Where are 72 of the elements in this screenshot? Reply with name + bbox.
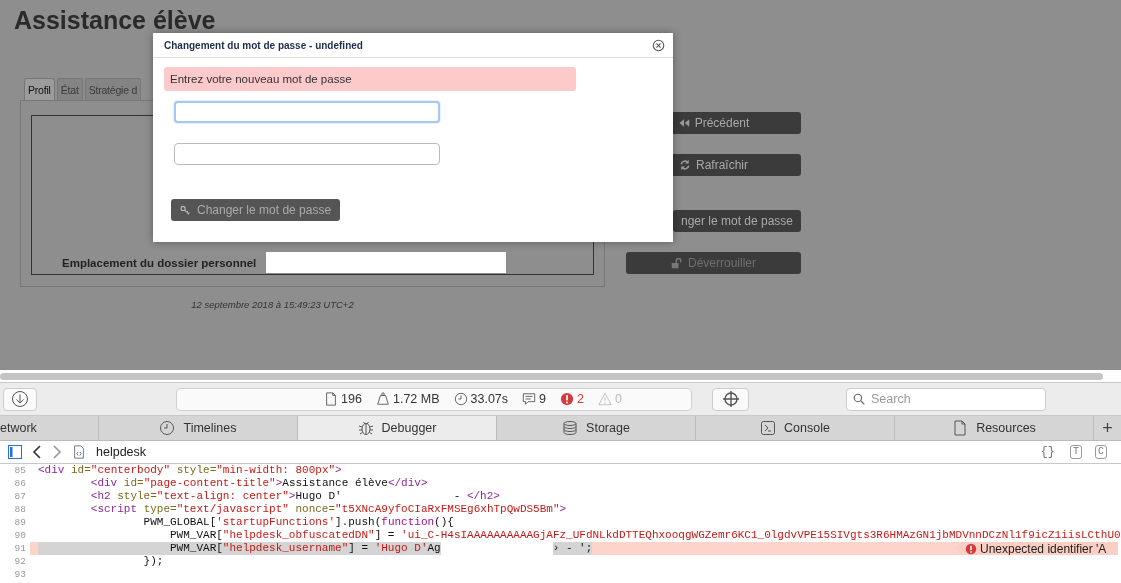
alert-message: Entrez votre nouveau mot de passe	[164, 67, 576, 91]
forward-icon[interactable]	[52, 445, 62, 459]
line-number: 91	[13, 542, 26, 555]
status-count: 196	[341, 392, 362, 406]
code-file-icon	[72, 444, 86, 460]
code-text: <div id="page-content-title">Assistance élève</div>	[89, 477, 428, 490]
clock-icon	[453, 392, 468, 406]
tab[interactable]: Stratégie d	[84, 78, 142, 100]
format-button[interactable]: {}	[1038, 445, 1057, 459]
line-number: 85	[13, 464, 26, 477]
password-field[interactable]	[174, 143, 440, 165]
code-text: <h2 style="text-align: center">Hugo D'	[89, 490, 342, 503]
code-text: PWM_GLOBAL['startupFunctions'].push(function(){	[142, 516, 454, 529]
refresh-icon	[679, 159, 691, 171]
format-button[interactable]: T	[1069, 445, 1082, 459]
line-number: 87	[13, 490, 26, 503]
tab[interactable]: État	[56, 78, 83, 100]
code-text: });	[142, 555, 164, 568]
code-text: <script type="text/javascript" nonce="t5XNcA9yfoCIaRxFMSEg6xhTpQwDS5Bm">	[89, 503, 567, 516]
code-text: PWM_VAR["helpdesk_username"] = 'Hugo D'Ag	[38, 542, 441, 555]
close-button[interactable]	[652, 38, 665, 52]
warning-icon	[597, 392, 612, 406]
download-icon	[11, 390, 29, 408]
file-name: helpdesk	[96, 445, 147, 459]
scrollbar[interactable]	[0, 373, 1103, 380]
document-icon	[952, 420, 969, 436]
password-field[interactable]	[174, 101, 440, 123]
status-count: 1.72 MB	[392, 392, 440, 406]
devtools-tab[interactable]: Debugger	[298, 416, 497, 440]
page-title: Assistance élève	[13, 5, 217, 36]
format-button[interactable]: C	[1095, 445, 1107, 459]
crosshair-icon	[721, 390, 740, 408]
console-icon	[760, 420, 777, 436]
status-count: 9	[539, 392, 546, 406]
download-button[interactable]	[3, 387, 37, 411]
status-count: 2	[577, 392, 584, 406]
line-number: 89	[13, 516, 26, 529]
search-icon	[853, 392, 866, 406]
search-field[interactable]: Search	[846, 387, 1046, 411]
code-text: › - ';	[552, 542, 593, 555]
dialog-title: Changement du mot de passe - undefined	[164, 39, 363, 51]
line-number: 86	[13, 477, 26, 490]
line-number: 88	[13, 503, 26, 516]
status-count: 0	[614, 392, 622, 406]
document-icon	[324, 392, 339, 406]
action-button[interactable]: nger le mot de passe	[673, 210, 801, 232]
field-label: Emplacement du dossier personnel	[62, 257, 258, 271]
line-number: 92	[13, 555, 26, 568]
clock-icon	[159, 420, 176, 436]
code-text: <div id="centerbody" style="min-width: 800px">	[38, 464, 342, 477]
error-message: Unexpected identifier 'A	[980, 541, 1107, 556]
bug-icon	[357, 420, 374, 436]
back-icon[interactable]	[32, 445, 42, 459]
crosshair-button[interactable]	[712, 387, 749, 411]
line-number: 90	[13, 529, 26, 542]
devtools-tab[interactable]: etwork	[0, 416, 99, 440]
weight-icon	[375, 392, 390, 406]
error-icon	[560, 392, 574, 406]
speech-bubble-icon	[522, 392, 537, 406]
database-icon	[562, 420, 579, 436]
code-text: - </h2>	[453, 490, 500, 503]
key-icon	[180, 204, 191, 216]
line-number: 93	[13, 568, 26, 581]
status-count: 33.07s	[470, 392, 509, 406]
input-field[interactable]	[266, 252, 507, 273]
code-text: PWM_VAR["helpdesk_obfuscatedDN"] = 'ui_C-H4sIAAAAAAAAAAGjAFz_UFdNLkdDTTEQhxooqgWGZemr6KC1_0lgdvVPE15SIVgts3R6HMAzGN1jbMDVnnDCzNl1f9icZ1iisLCthU0	[169, 529, 1121, 542]
error-icon	[965, 542, 977, 555]
rewind-icon	[677, 117, 690, 129]
sidebar-toggle-icon[interactable]	[8, 445, 22, 459]
tab[interactable]: Profil	[24, 78, 55, 100]
timestamp: 12 septembre 2018 à 15:49:23 UTC+2	[190, 299, 355, 310]
padlock-icon	[671, 257, 683, 269]
